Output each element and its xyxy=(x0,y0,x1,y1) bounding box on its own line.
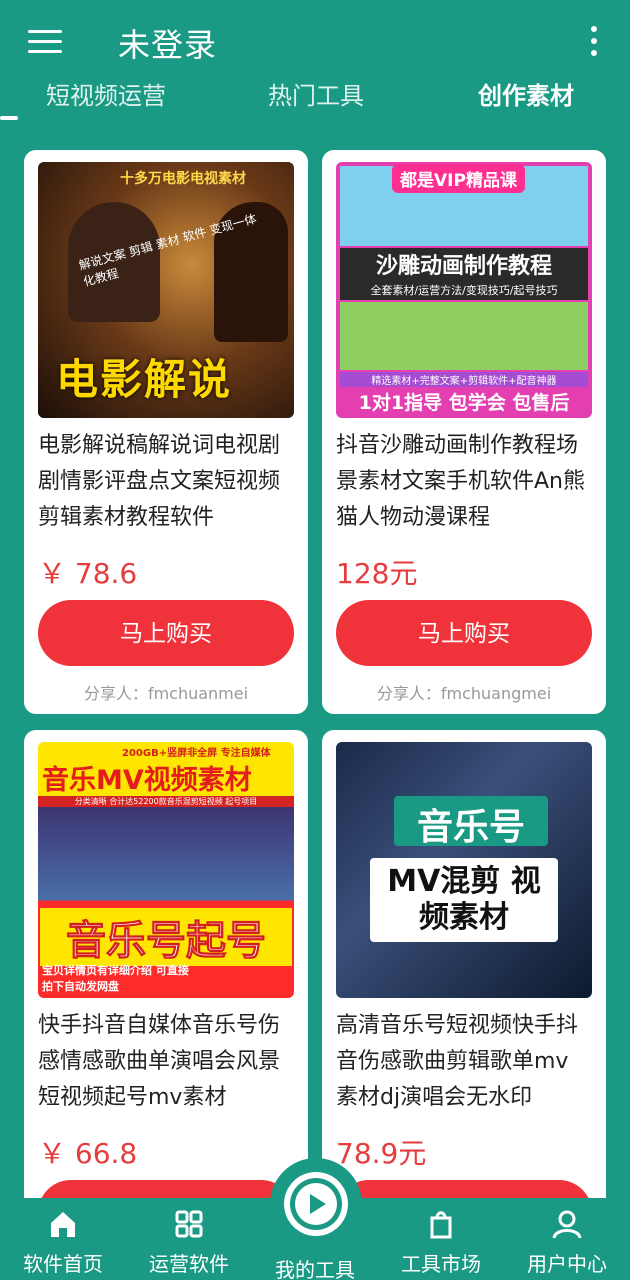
grid-icon xyxy=(175,1210,203,1238)
product-card[interactable]: 十多万电影电视素材 解说文案 剪辑 素材 软件 变现一体化教程 电影解说 电影解… xyxy=(24,150,308,714)
product-card[interactable]: 都是VIP精品课 沙雕动画制作教程 全套素材/运营方法/变现技巧/起号技巧 精选… xyxy=(322,150,606,714)
product-price: ￥ 78.6 xyxy=(38,557,138,590)
center-button-ring xyxy=(284,1172,348,1236)
product-card[interactable]: 200GB+竖屏非全屏 专注自媒体 音乐MV视频素材 分类清晰 合计达52200… xyxy=(24,730,308,1220)
thumbnail-footer: 1对1指导 包学会 包售后 xyxy=(358,392,570,414)
thumbnail-caption: 十多万电影电视素材 xyxy=(120,171,246,187)
nav-label: 我的工具 xyxy=(275,1258,355,1280)
my-tools-center-button[interactable] xyxy=(270,1158,362,1250)
thumbnail-strip: 精选素材+完整文案+剪辑软件+配音神器 xyxy=(340,372,588,387)
buy-now-button[interactable]: 马上购买 xyxy=(38,600,294,666)
thumbnail-subtext: 分类清晰 合计达52200款音乐混剪短视频 起号项目 xyxy=(38,796,294,807)
product-title[interactable]: 抖音沙雕动画制作教程场景素材文案手机软件An熊猫人物动漫课程 xyxy=(336,428,586,536)
thumbnail-headline: 沙雕动画制作教程 xyxy=(340,248,588,280)
product-card[interactable]: 音乐号 MV混剪 视频素材 高清音乐号短视频快手抖音伤感歌曲剪辑歌单mv素材dj… xyxy=(322,730,606,1220)
shopping-bag-icon xyxy=(430,1211,452,1239)
nav-label: 运营软件 xyxy=(149,1252,229,1276)
user-icon xyxy=(552,1210,582,1239)
product-price: ￥ 66.8 xyxy=(38,1137,138,1170)
product-title[interactable]: 快手抖音自媒体音乐号伤感情感歌曲单演唱会风景短视频起号mv素材 xyxy=(38,1008,288,1116)
product-title[interactable]: 高清音乐号短视频快手抖音伤感歌曲剪辑歌单mv素材dj演唱会无水印 xyxy=(336,1008,586,1116)
sharer-label: 分享人：fmchuangmei xyxy=(376,684,552,703)
play-icon xyxy=(310,1194,326,1214)
thumbnail-big-text: 音乐号起号 xyxy=(40,908,292,966)
page-title: 未登录 xyxy=(118,26,218,64)
product-thumbnail[interactable]: 音乐号 MV混剪 视频素材 xyxy=(336,742,592,998)
tab-indicator xyxy=(0,116,18,120)
nav-label: 软件首页 xyxy=(23,1252,103,1276)
home-icon xyxy=(51,1212,75,1237)
product-price: 128元 xyxy=(336,557,418,590)
nav-user-center[interactable]: 用户中心 xyxy=(512,1208,622,1277)
tab-creation-materials[interactable]: 创作素材 xyxy=(478,76,574,111)
buy-now-button[interactable]: 马上购买 xyxy=(336,600,592,666)
thumbnail-headline: 音乐号 xyxy=(416,807,525,848)
nav-my-tools[interactable]: 我的工具 xyxy=(260,1246,370,1280)
more-options-icon[interactable] xyxy=(586,26,600,58)
product-price: 78.9元 xyxy=(336,1137,427,1170)
nav-label: 用户中心 xyxy=(527,1252,607,1276)
product-title[interactable]: 电影解说稿解说词电视剧剧情影评盘点文案短视频剪辑素材教程软件 xyxy=(38,428,288,536)
thumbnail-scene xyxy=(340,302,588,370)
center-button-ring xyxy=(290,1178,342,1230)
nav-software-home[interactable]: 软件首页 xyxy=(8,1208,118,1277)
app-bar: 未登录 xyxy=(0,0,630,84)
menu-icon[interactable] xyxy=(28,28,62,54)
thumbnail-headline: 电影解说 xyxy=(56,355,233,404)
sharer-label: 分享人：fmchuanmei xyxy=(83,684,249,703)
thumbnail-note: 宝贝详情页有详细介绍 可直接拍下自动发网盘 xyxy=(42,964,189,993)
thumbnail-headline: 音乐MV视频素材 xyxy=(42,765,252,796)
product-thumbnail[interactable]: 都是VIP精品课 沙雕动画制作教程 全套素材/运营方法/变现技巧/起号技巧 精选… xyxy=(336,162,592,418)
tab-short-video-operation[interactable]: 短视频运营 xyxy=(46,76,166,111)
thumbnail-subtext: MV混剪 视频素材 xyxy=(387,864,541,935)
nav-tool-market[interactable]: 工具市场 xyxy=(386,1208,496,1277)
thumbnail-caption: 200GB+竖屏非全屏 专注自媒体 xyxy=(122,748,271,759)
product-thumbnail[interactable]: 十多万电影电视素材 解说文案 剪辑 素材 软件 变现一体化教程 电影解说 xyxy=(38,162,294,418)
thumbnail-subtext: 全套素材/运营方法/变现技巧/起号技巧 xyxy=(340,280,588,300)
thumbnail-caption: 都是VIP精品课 xyxy=(392,164,525,193)
nav-label: 工具市场 xyxy=(401,1252,481,1276)
center-button-ring xyxy=(295,1183,337,1225)
nav-operation-software[interactable]: 运营软件 xyxy=(134,1208,244,1277)
tab-hot-tools[interactable]: 热门工具 xyxy=(268,76,364,111)
product-thumbnail[interactable]: 200GB+竖屏非全屏 专注自媒体 音乐MV视频素材 分类清晰 合计达52200… xyxy=(38,742,294,998)
category-tabs: 短视频运营 热门工具 创作素材 xyxy=(0,76,630,122)
